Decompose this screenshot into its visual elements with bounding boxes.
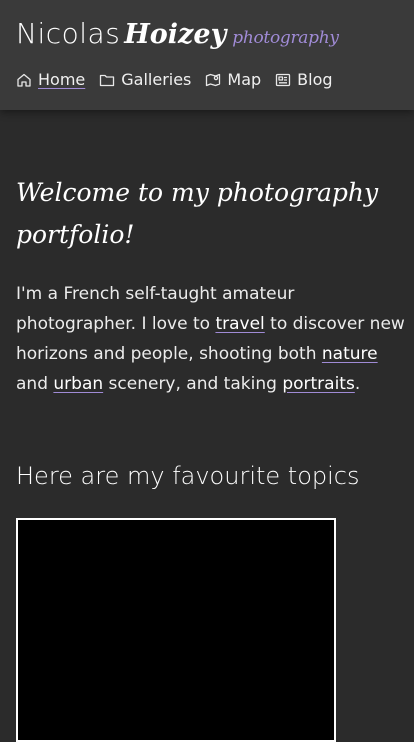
- main-nav: Home Galleries Map Blog: [16, 70, 347, 89]
- site-header: Nicolas Hoizey photography Home Galleries: [0, 0, 414, 110]
- newspaper-icon: [275, 72, 291, 88]
- welcome-title: Welcome to my photography portfolio!: [16, 178, 379, 249]
- intro-text-5: .: [354, 374, 361, 394]
- brand-last-name: Hoizey: [124, 19, 227, 50]
- nav-item-galleries[interactable]: Galleries: [99, 70, 191, 89]
- nav-item-blog[interactable]: Blog: [275, 70, 333, 89]
- nav-item-map[interactable]: Map: [205, 70, 261, 89]
- intro-paragraph: I'm a French self-taught amateur photogr…: [16, 279, 406, 399]
- topic-card[interactable]: [16, 518, 336, 742]
- intro-text-3: and: [16, 374, 54, 394]
- link-nature[interactable]: nature: [322, 344, 378, 364]
- site-brand[interactable]: Nicolas Hoizey photography: [16, 16, 339, 56]
- map-icon: [205, 72, 221, 88]
- nav-label-map: Map: [227, 70, 262, 89]
- nav-label-home: Home: [38, 70, 86, 89]
- brand-tagline: photography: [232, 28, 339, 48]
- folder-icon: [99, 72, 115, 88]
- brand-first-name: Nicolas: [16, 17, 121, 50]
- nav-label-blog: Blog: [297, 70, 333, 89]
- link-portraits[interactable]: portraits: [282, 374, 355, 394]
- topics-title: Here are my favourite topics: [16, 462, 360, 490]
- home-icon: [16, 72, 32, 88]
- nav-label-galleries: Galleries: [121, 70, 192, 89]
- intro-text-4: scenery, and taking: [103, 374, 283, 394]
- link-travel[interactable]: travel: [215, 314, 264, 334]
- link-urban[interactable]: urban: [53, 374, 103, 394]
- nav-item-home[interactable]: Home: [16, 70, 85, 89]
